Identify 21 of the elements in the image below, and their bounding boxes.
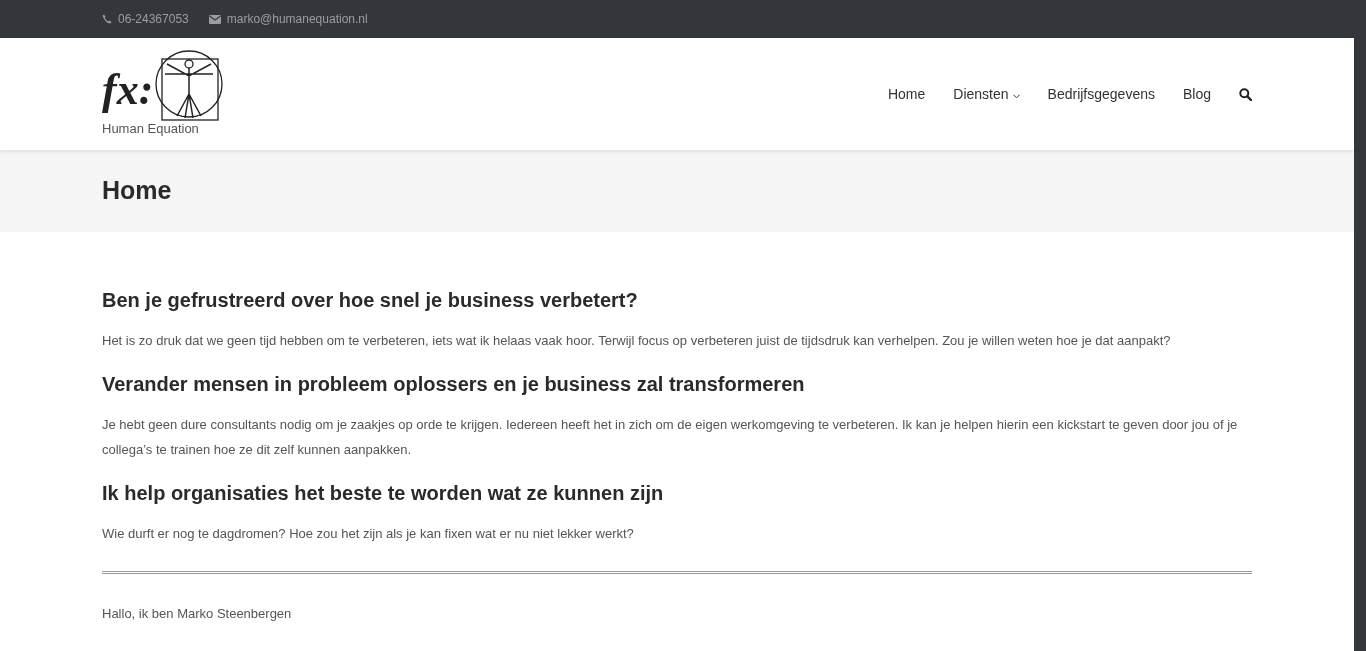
nav-link[interactable]: Diensten [953, 83, 1020, 105]
nav-link[interactable]: Home [887, 83, 926, 105]
nav-link[interactable]: Blog [1182, 83, 1211, 105]
paragraph: Het is zo druk dat we geen tijd hebben om te verbeteren, iets wat ik helaas vaak hoor. Terwijl focus op verbeteren juist de tijdsdruk kan verhelpen. Zou je willen weten hoe je dat aanpakt? [102, 332, 1172, 350]
section-heading: Verander mensen in probleem oplossers en je business zal transformeren [102, 372, 806, 397]
email-link[interactable]: marko@humanequation.nl [226, 10, 368, 28]
search-icon[interactable] [1239, 87, 1252, 101]
envelope-icon [208, 14, 221, 24]
page-title: Home [102, 175, 172, 207]
section-heading: Ik help organisaties het beste te worden wat ze kunnen zijn [102, 481, 665, 506]
phone-icon [102, 14, 112, 24]
paragraph: Wie durft er nog te dagdromen? Hoe zou het zijn als je kan fixen wat er nu niet lekker werkt? [102, 525, 635, 543]
caret-icon [1012, 93, 1020, 99]
phone-number: 06-24367053 [118, 11, 189, 28]
intro-text: Hallo, ik ben Marko Steenbergen [102, 605, 293, 623]
logo-text[interactable]: fx: [102, 68, 154, 122]
paragraph: Je hebt geen dure consultants nodig om je zaakjes op orde te krijgen. Iedereen heeft het in zich om de eigen werkomgeving te verbeteren. Ik kan je helpen hierin een kickstart te geven door jou of je collega’s te trainen hoe ze dit zelf kunnen aanpakken. [102, 416, 1239, 459]
site-tagline: Human Equation [102, 120, 200, 138]
nav-link[interactable]: Bedrijfsgegevens [1047, 83, 1155, 105]
section-heading: Ben je gefrustreerd over hoe snel je business verbetert? [102, 288, 639, 313]
figure-in-circle-logo-icon[interactable] [153, 50, 226, 122]
